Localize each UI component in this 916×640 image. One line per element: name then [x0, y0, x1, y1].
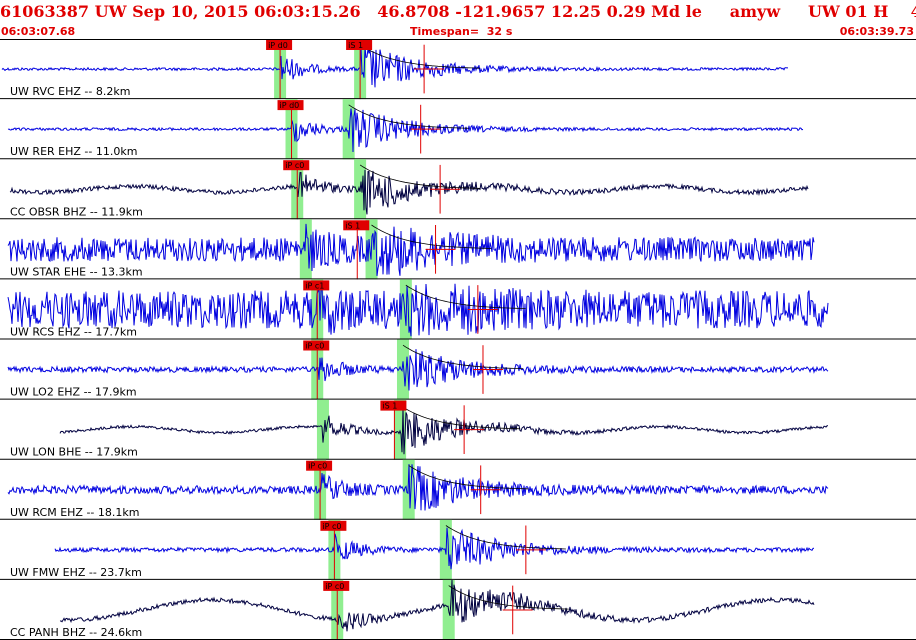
station-label: UW LON BHE -- 17.9km: [10, 446, 138, 459]
event-header: 61063387 UW Sep 10, 2015 06:03:15.26 46.…: [0, 2, 916, 21]
pick-label: iS 1: [382, 402, 397, 411]
trace-row[interactable]: iP c0 UW RCM EHZ -- 18.1km: [0, 459, 916, 520]
pick-label: iP c0: [325, 582, 344, 591]
coda-curve: [402, 344, 524, 370]
waveform: [1, 46, 788, 88]
station-label: UW RCM EHZ -- 18.1km: [10, 506, 139, 519]
start-time: 06:03:07.68: [1, 25, 76, 38]
station-label: UW STAR EHE -- 13.3km: [10, 265, 143, 278]
seismogram-panel[interactable]: iP d0 iS 1 UW RVC EHZ -- 8.2km iP d0 UW RER …: [0, 39, 916, 640]
end-time: 06:03:39.73: [839, 25, 914, 38]
pick-label: iP c0: [305, 342, 324, 351]
trace-row[interactable]: iS 1 UW LON BHE -- 17.9km: [0, 399, 916, 460]
station-label: UW FMW EHZ -- 23.7km: [10, 566, 142, 579]
pick-label: iS 1: [345, 221, 360, 230]
pick-label: iP c0: [285, 161, 304, 170]
trace-row[interactable]: iP c0 UW LO2 EHZ -- 17.9km: [0, 339, 916, 400]
station-label: UW RCS EHZ -- 17.7km: [10, 326, 137, 339]
trace-row[interactable]: iS 1 UW STAR EHE -- 13.3km: [0, 219, 916, 280]
pick-label: iP d0: [268, 41, 288, 50]
trace-row[interactable]: iP c0 UW FMW EHZ -- 23.7km: [0, 519, 916, 580]
station-label: CC OBSR BHZ -- 11.9km: [10, 205, 143, 218]
coda-curve: [359, 44, 481, 69]
pick-label: iP c0: [322, 522, 341, 531]
coda-curve: [348, 104, 469, 129]
station-label: UW RVC EHZ -- 8.2km: [10, 85, 130, 98]
pick-label: iS 1: [348, 41, 363, 50]
pick-label: iP c1: [305, 281, 324, 290]
waveform: [54, 527, 815, 570]
p-window: [316, 399, 329, 460]
station-label: UW RER EHZ -- 11.0km: [10, 145, 137, 158]
trace-row[interactable]: iP d0 iS 1 UW RVC EHZ -- 8.2km: [0, 39, 916, 100]
trace-row[interactable]: iP c1 UW RCS EHZ -- 17.7km: [0, 279, 916, 340]
station-label: UW LO2 EHZ -- 17.9km: [10, 386, 137, 399]
waveform: [7, 349, 829, 391]
trace-row[interactable]: iP d0 UW RER EHZ -- 11.0km: [0, 99, 916, 160]
trace-row[interactable]: iP c0 CC OBSR BHZ -- 11.9km: [0, 159, 916, 220]
timespan-label: Timespan= 32 s: [410, 25, 513, 38]
coda-curve: [399, 404, 521, 430]
waveform: [59, 408, 828, 455]
waveform: [59, 579, 815, 632]
pick-label: iP c0: [308, 462, 327, 471]
station-label: CC PANH BHZ -- 24.6km: [10, 626, 142, 639]
trace-row[interactable]: iP c0 CC PANH BHZ -- 24.6km: [0, 579, 916, 640]
pick-label: iP d0: [280, 101, 300, 110]
